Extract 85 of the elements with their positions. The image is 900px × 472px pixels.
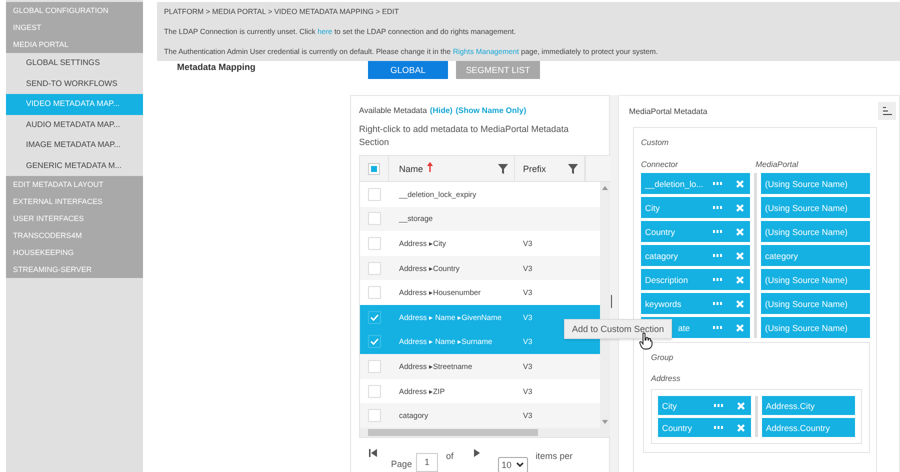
close-icon[interactable] [737,424,746,432]
row-checkbox[interactable] [368,335,380,348]
target-field-chip[interactable]: (Using Source Name) [760,221,870,242]
select-all-checkbox[interactable] [368,162,380,174]
more-icon[interactable] [714,404,724,407]
close-icon[interactable] [736,204,744,212]
sidebar-item[interactable]: AUDIO METADATA MAP... [6,114,143,135]
page-title: Metadata Mapping [176,62,257,74]
more-icon[interactable] [713,206,722,209]
next-page-icon[interactable] [474,448,480,457]
page-label: Page [391,458,412,469]
sidebar-item[interactable]: IMAGE METADATA MAP... [6,135,143,156]
target-field-chip[interactable]: category [760,245,870,266]
chevron-down-icon [516,462,524,468]
close-icon[interactable] [737,402,746,410]
group-name: Address [651,374,682,383]
more-icon[interactable] [713,230,722,233]
sidebar-item[interactable]: VIDEO METADATA MAP... [6,94,143,114]
target-field-chip[interactable]: Address.Country [762,418,855,437]
column-title: Connector [641,160,680,169]
more-icon[interactable] [713,182,722,185]
close-icon[interactable] [736,324,744,332]
connector-field-chip[interactable]: Country [658,418,752,437]
row-checkbox[interactable] [368,384,380,398]
target-field-chip[interactable]: (Using Source Name) [760,197,870,218]
page-size-dropdown[interactable]: 10 [498,456,528,472]
connector-field-chip[interactable]: Country [641,221,750,242]
connector-field-chip[interactable]: City [658,396,752,415]
scroll-down-icon[interactable] [602,420,608,424]
panel-title: MediaPortal Metadata [629,106,708,116]
column-title: Prefix [523,164,546,174]
row-checkbox[interactable] [368,212,380,226]
hand-cursor-icon [639,332,653,350]
first-page-icon[interactable] [369,448,377,457]
row-checkbox[interactable] [368,188,380,201]
items-per-page-label: items per [536,450,573,461]
more-icon[interactable] [714,426,724,429]
link[interactable]: (Show Name Only) [456,106,526,115]
sidebar-item[interactable]: GENERIC METADATA M... [6,156,143,176]
more-icon[interactable] [713,326,722,329]
target-field-chip[interactable]: (Using Source Name) [760,293,870,314]
hint-text: Right-click to add metadata to MediaPortal Metadata Section [359,123,570,149]
of-label: of [446,450,454,461]
sidebar-item[interactable]: GLOBAL SETTINGS [6,53,143,74]
column-header[interactable]: Name [389,156,515,181]
connector-field-chip[interactable]: City [641,197,750,218]
sidebar-item[interactable]: SEND-TO WORKFLOWS [6,74,143,94]
sort-button[interactable] [878,102,896,120]
connector-field-chip[interactable]: catagory [641,245,750,266]
column-title: MediaPortal [756,160,800,169]
row-checkbox[interactable] [368,236,380,250]
row-checkbox[interactable] [368,286,380,300]
row-checkbox[interactable] [368,310,380,324]
connector-field-chip[interactable]: Description [641,269,750,290]
more-icon[interactable] [713,254,722,257]
row-checkbox[interactable] [368,262,380,275]
panel-title: Available Metadata [359,106,427,115]
section-title: Custom [641,138,670,147]
column-header[interactable]: Prefix [515,156,585,181]
target-field-chip[interactable]: Address.City [762,396,855,415]
close-icon[interactable] [736,252,744,260]
filter-icon[interactable] [568,164,578,174]
target-field-chip[interactable]: (Using Source Name) [760,269,870,290]
scroll-up-icon[interactable] [602,186,608,190]
more-icon[interactable] [713,278,722,281]
target-field-chip[interactable]: (Using Source Name) [760,317,870,338]
close-icon[interactable] [736,228,744,236]
link[interactable]: (Hide) [430,106,453,115]
page-input[interactable]: 1 [416,452,438,472]
close-icon[interactable] [736,180,744,188]
connector-field-chip[interactable]: keywords [641,293,750,314]
tab[interactable]: SEGMENT LIST [456,60,540,79]
sort-icon [882,107,892,115]
row-checkbox[interactable] [368,360,380,373]
tab[interactable]: GLOBAL [368,60,448,79]
connector-field-chip[interactable]: __deletion_lo... [641,173,750,194]
section-title: Group [651,353,674,362]
context-menu-item[interactable]: Add to Custom Section [564,319,672,339]
filter-icon[interactable] [498,164,508,174]
close-icon[interactable] [736,276,744,284]
target-field-chip[interactable]: (Using Source Name) [760,173,870,194]
more-icon[interactable] [713,302,722,305]
close-icon[interactable] [736,300,744,308]
row-checkbox[interactable] [368,409,380,422]
column-title: Name [399,164,424,174]
